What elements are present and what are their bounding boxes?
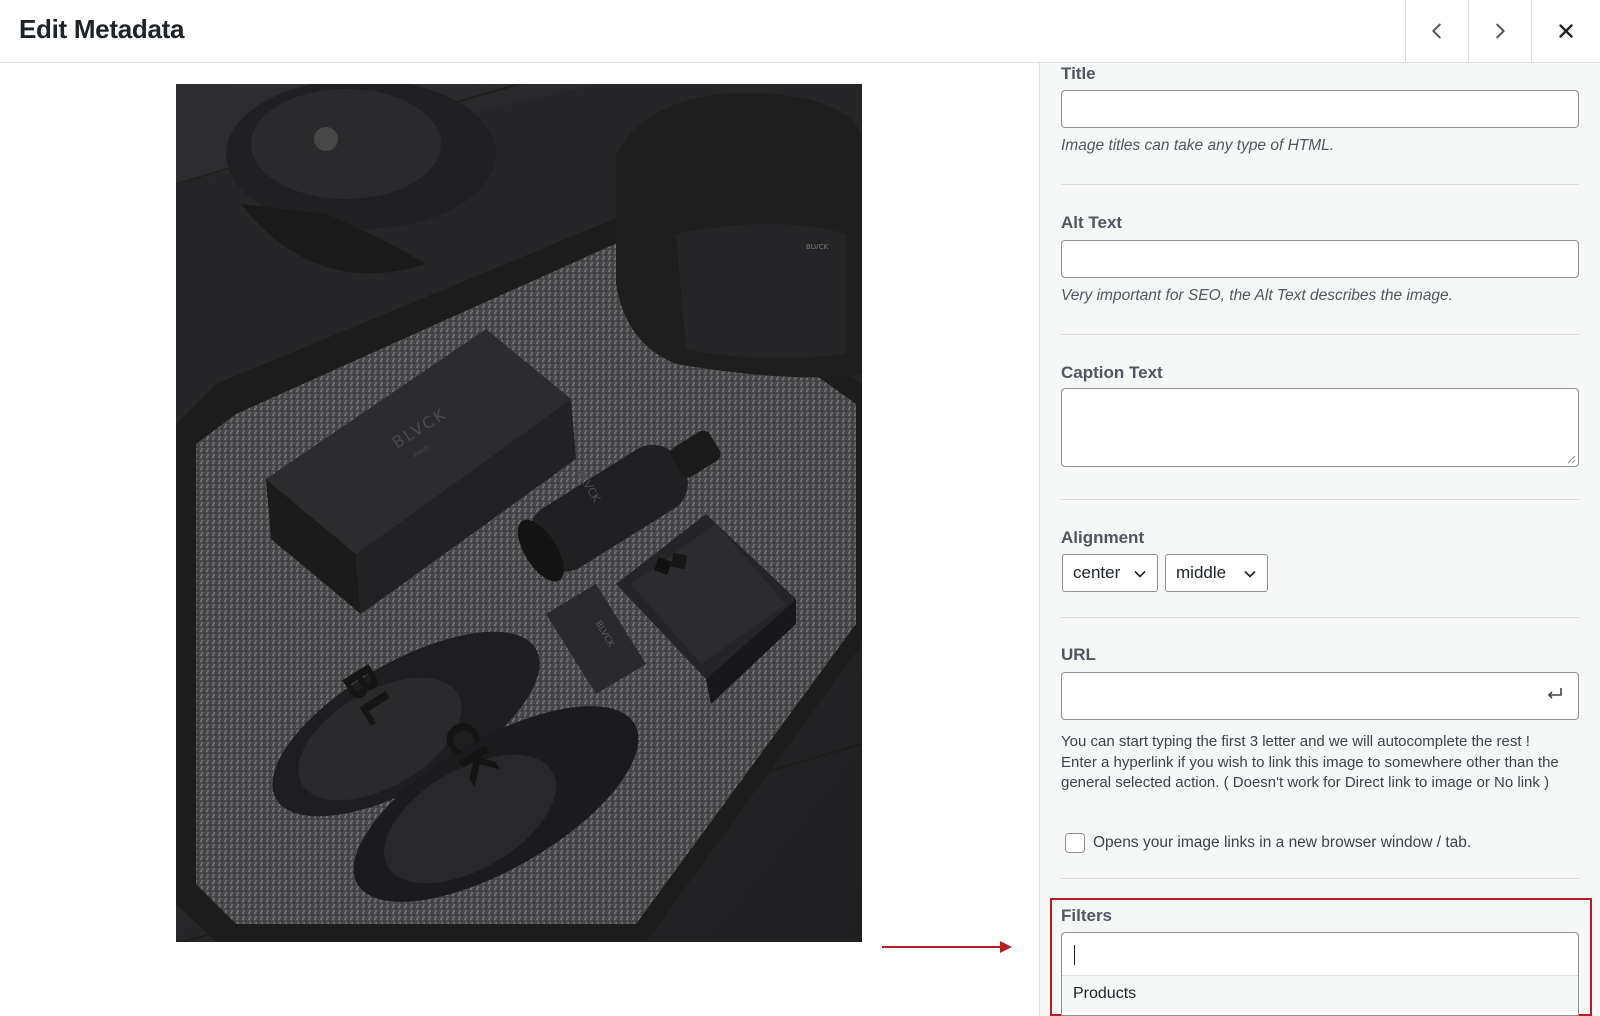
image-preview-area: BLVCK BLVCK PARIS BLVCK BLVCK BL CK bbox=[0, 63, 1039, 1016]
title-input[interactable] bbox=[1061, 90, 1579, 128]
next-button[interactable] bbox=[1468, 0, 1530, 62]
metadata-panel: Title Image titles can take any type of … bbox=[1039, 63, 1600, 1016]
vertical-alignment-select[interactable]: middle bbox=[1165, 554, 1268, 592]
page-title: Edit Metadata bbox=[19, 14, 185, 44]
divider bbox=[1061, 184, 1579, 185]
product-photo-illustration: BLVCK BLVCK PARIS BLVCK BLVCK BL CK bbox=[176, 84, 862, 942]
divider bbox=[1061, 499, 1579, 500]
enter-icon[interactable] bbox=[1546, 685, 1564, 701]
title-label: Title bbox=[1061, 64, 1096, 83]
close-button[interactable] bbox=[1531, 0, 1600, 62]
horizontal-alignment-value: center bbox=[1073, 563, 1121, 582]
url-label: URL bbox=[1061, 645, 1096, 664]
filter-option-products[interactable]: Products bbox=[1062, 975, 1578, 1011]
alt-text-label: Alt Text bbox=[1061, 213, 1123, 232]
vertical-alignment-value: middle bbox=[1176, 563, 1227, 582]
brand-mark-backpack: BLVCK bbox=[806, 243, 829, 251]
filters-label: Filters bbox=[1061, 906, 1113, 925]
caption-textarea[interactable] bbox=[1061, 388, 1579, 467]
close-icon bbox=[1559, 24, 1573, 38]
product-photo: BLVCK BLVCK PARIS BLVCK BLVCK BL CK bbox=[176, 84, 862, 942]
chevron-right-icon bbox=[1495, 23, 1505, 39]
title-help-text: Image titles can take any type of HTML. bbox=[1061, 137, 1335, 154]
url-input[interactable] bbox=[1061, 672, 1579, 720]
new-window-checkbox[interactable] bbox=[1065, 833, 1085, 853]
chevron-down-icon bbox=[1244, 570, 1256, 578]
modal-header: Edit Metadata bbox=[0, 0, 1600, 63]
resize-grip-icon[interactable] bbox=[1567, 455, 1576, 464]
text-caret bbox=[1074, 945, 1075, 965]
filters-input[interactable]: Products bbox=[1061, 932, 1579, 1016]
divider bbox=[1061, 334, 1579, 335]
caption-label: Caption Text bbox=[1061, 363, 1163, 382]
arrow-right-icon bbox=[882, 941, 1012, 953]
url-help-text: You can start typing the first 3 letter … bbox=[1061, 733, 1559, 791]
new-window-label: Opens your image links in a new browser … bbox=[1093, 834, 1472, 851]
divider bbox=[1061, 878, 1579, 879]
previous-button[interactable] bbox=[1405, 0, 1467, 62]
alignment-label: Alignment bbox=[1061, 528, 1145, 547]
alt-text-help-text: Very important for SEO, the Alt Text des… bbox=[1061, 287, 1453, 304]
alt-text-input[interactable] bbox=[1061, 240, 1579, 278]
chevron-left-icon bbox=[1431, 23, 1441, 39]
chevron-down-icon bbox=[1134, 570, 1146, 578]
horizontal-alignment-select[interactable]: center bbox=[1062, 554, 1158, 592]
divider bbox=[1061, 617, 1579, 618]
